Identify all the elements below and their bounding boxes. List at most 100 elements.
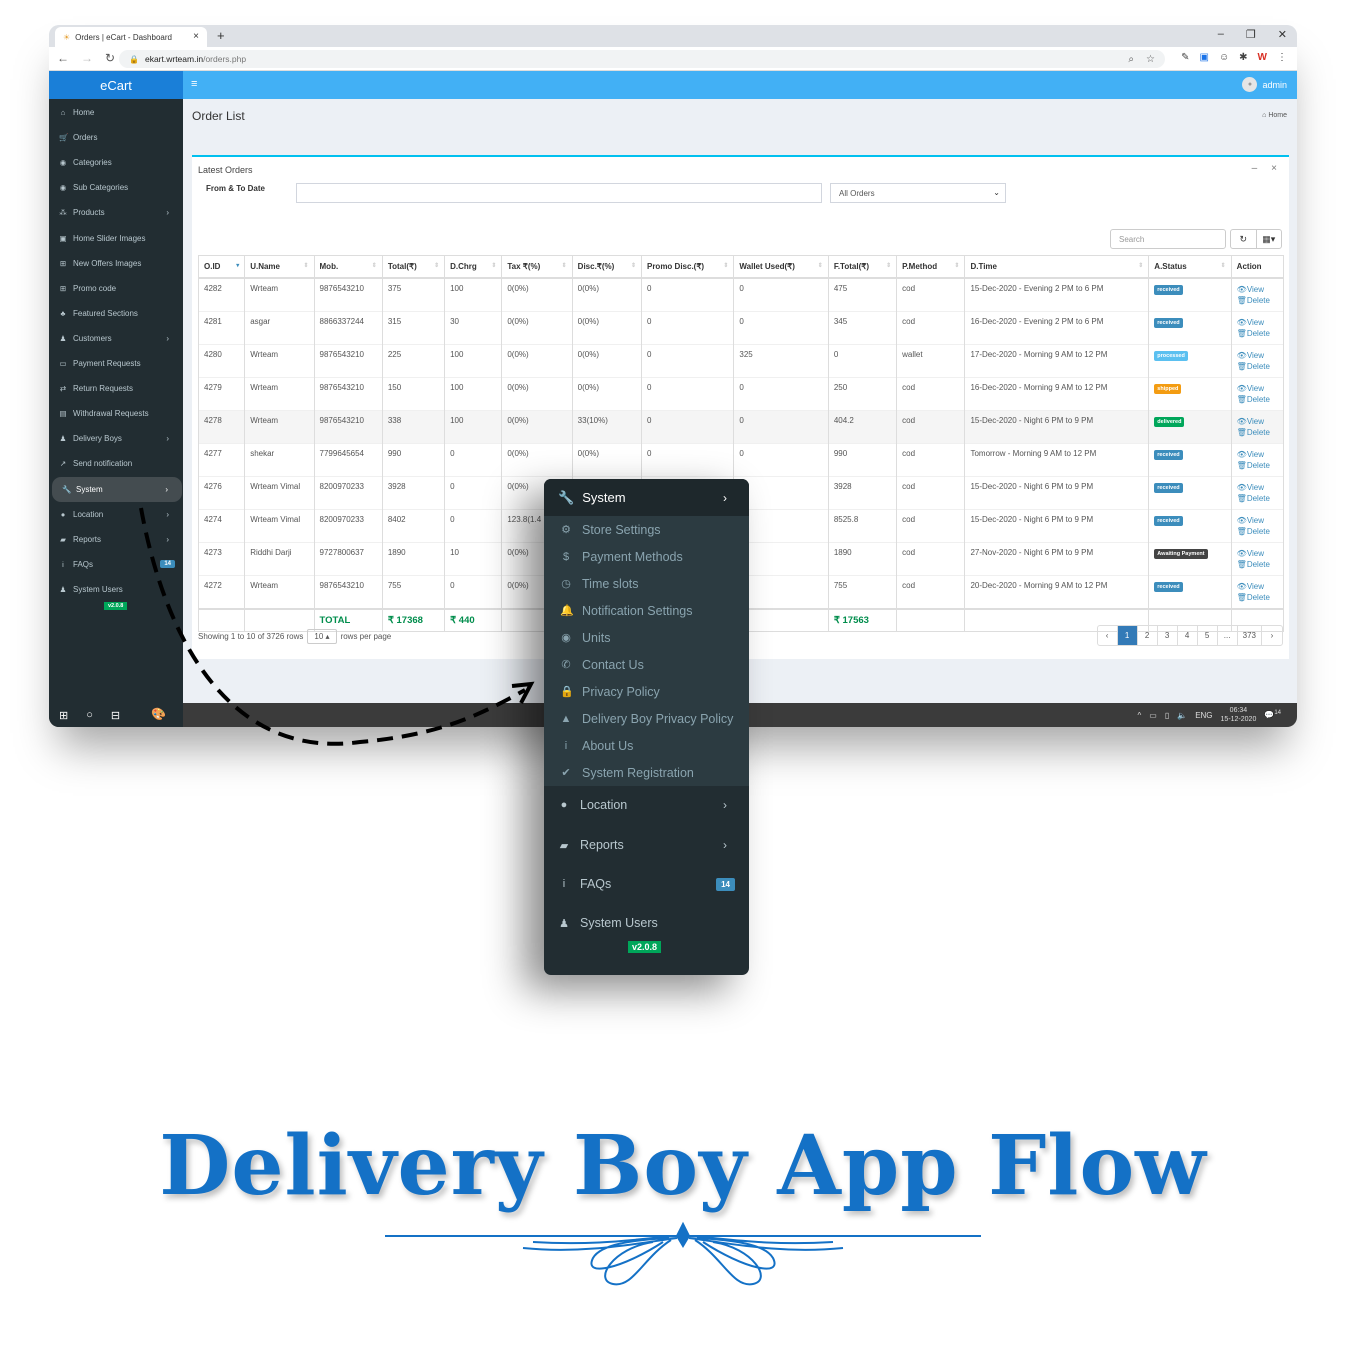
bookmark-star-icon[interactable]: ☆ (1146, 54, 1155, 65)
search-circle-icon[interactable]: ○ (86, 709, 93, 721)
close-tab-icon[interactable]: × (193, 31, 199, 42)
sidebar-item-location[interactable]: ● Location › (49, 502, 183, 527)
page-button[interactable]: 1 (1117, 626, 1138, 645)
zoom-icon[interactable]: ⌕ (1128, 54, 1134, 65)
puzzle-icon[interactable]: ✱ (1239, 52, 1247, 63)
sidebar-item-faqs[interactable]: i FAQs 14 (49, 552, 183, 577)
sidebar-item-sub-categories[interactable]: ◉ Sub Categories (49, 175, 183, 200)
view-link[interactable]: 👁View (1237, 482, 1278, 493)
browser-tab[interactable]: ☀ Orders | eCart - Dashboard × (55, 27, 207, 47)
sidebar-item-payment-requests[interactable]: ▭ Payment Requests (49, 351, 183, 376)
column-header[interactable]: P.Method ⇕ (896, 255, 966, 279)
prev-page-button[interactable]: ‹ (1098, 626, 1118, 645)
sidebar-item-system[interactable]: 🔧 System › (52, 476, 182, 502)
page-button[interactable]: 2 (1138, 626, 1158, 645)
page-button[interactable]: 4 (1178, 626, 1198, 645)
notification-center-icon[interactable]: 💬14 (1264, 710, 1281, 720)
battery-icon[interactable]: ▯ (1165, 711, 1169, 720)
sort-icon[interactable]: ⇕ (562, 262, 567, 269)
column-header[interactable]: Promo Disc.(₹) ⇕ (640, 255, 735, 279)
system-menu-header[interactable]: 🔧 System › (544, 479, 749, 516)
paint-app-icon[interactable]: 🎨 (151, 707, 166, 721)
reload-icon[interactable]: ↻ (105, 51, 115, 65)
menu-item-system-users[interactable]: ♟ System Users (544, 904, 749, 942)
page-button[interactable]: 3 (1158, 626, 1178, 645)
sort-icon[interactable]: ⇕ (954, 262, 959, 269)
column-header[interactable]: U.Name ⇕ (244, 255, 315, 279)
sidebar-item-withdrawal-requests[interactable]: ▤ Withdrawal Requests (49, 401, 183, 426)
volume-icon[interactable]: 🔈 (1177, 711, 1187, 720)
column-header[interactable]: D.Chrg ⇕ (444, 255, 503, 279)
sidebar-item-send-notification[interactable]: ↗ Send notification (49, 451, 183, 476)
delete-link[interactable]: 🗑Delete (1237, 295, 1278, 306)
view-link[interactable]: 👁View (1237, 581, 1278, 592)
submenu-item-units[interactable]: ◉ Units (544, 624, 749, 651)
sidebar-item-reports[interactable]: ▰ Reports › (49, 527, 183, 552)
sort-icon[interactable]: ⇕ (372, 262, 377, 269)
page-button[interactable]: 373 (1238, 626, 1262, 645)
network-icon[interactable]: ▭ (1149, 711, 1157, 720)
extension-mask-icon[interactable]: ☺ (1219, 52, 1229, 63)
delete-link[interactable]: 🗑Delete (1237, 460, 1278, 471)
sort-icon[interactable]: ⇕ (1221, 262, 1226, 269)
sidebar-item-home[interactable]: ⌂ Home (49, 100, 183, 125)
menu-item-reports[interactable]: ▰ Reports › (544, 826, 749, 864)
submenu-item-payment-methods[interactable]: $ Payment Methods (544, 543, 749, 570)
view-link[interactable]: 👁View (1237, 350, 1278, 361)
search-input[interactable]: Search (1110, 229, 1226, 249)
column-header[interactable]: F.Total(₹) ⇕ (827, 255, 898, 279)
sort-icon[interactable]: ⇕ (1138, 262, 1143, 269)
column-header[interactable]: O.ID ▾ (197, 255, 246, 279)
menu-item-location[interactable]: ● Location › (544, 786, 749, 824)
task-view-icon[interactable]: ⊟ (111, 709, 120, 722)
page-button[interactable]: 5 (1198, 626, 1218, 645)
collapse-button[interactable]: – (1252, 163, 1258, 174)
hamburger-menu-icon[interactable]: ≡ (191, 78, 197, 90)
view-link[interactable]: 👁View (1237, 548, 1278, 559)
user-menu[interactable]: ● admin (1242, 77, 1287, 92)
view-link[interactable]: 👁View (1237, 416, 1278, 427)
menu-item-faqs[interactable]: i FAQs 14 (544, 865, 749, 903)
sidebar-item-system-users[interactable]: ♟ System Users (49, 577, 183, 602)
extension-w-icon[interactable]: W (1258, 52, 1267, 63)
column-header[interactable]: A.Status ⇕ (1148, 255, 1232, 279)
sort-icon[interactable]: ⇕ (491, 262, 496, 269)
column-header[interactable]: Wallet Used(₹) ⇕ (733, 255, 829, 279)
clock[interactable]: 06:34 15-12-2020 (1221, 706, 1257, 724)
column-header[interactable]: Tax ₹(%) ⇕ (501, 255, 573, 279)
sidebar-item-categories[interactable]: ◉ Categories (49, 150, 183, 175)
breadcrumb-home[interactable]: Home (1268, 112, 1287, 119)
view-link[interactable]: 👁View (1237, 317, 1278, 328)
view-link[interactable]: 👁View (1237, 515, 1278, 526)
view-link[interactable]: 👁View (1237, 383, 1278, 394)
delete-link[interactable]: 🗑Delete (1237, 394, 1278, 405)
sidebar-item-delivery-boys[interactable]: ♟ Delivery Boys › (49, 426, 183, 451)
column-header[interactable]: D.Time ⇕ (964, 255, 1150, 279)
minimize-button[interactable]: – (1218, 28, 1224, 41)
sort-icon[interactable]: ⇕ (303, 262, 308, 269)
sidebar-item-orders[interactable]: 🛒 Orders (49, 125, 183, 150)
next-page-button[interactable]: › (1262, 626, 1282, 645)
sort-icon[interactable]: ▾ (236, 262, 239, 269)
delete-link[interactable]: 🗑Delete (1237, 592, 1278, 603)
rows-per-page-select[interactable]: 10 ▴ (307, 629, 337, 644)
submenu-item-notification-settings[interactable]: 🔔 Notification Settings (544, 597, 749, 624)
language-indicator[interactable]: ENG (1195, 711, 1212, 720)
brand-logo[interactable]: eCart (49, 71, 183, 99)
order-status-select[interactable]: All Orders ⌄ (830, 183, 1006, 203)
delete-link[interactable]: 🗑Delete (1237, 559, 1278, 570)
column-header[interactable]: Mob. ⇕ (313, 255, 383, 279)
restore-button[interactable]: ❐ (1246, 28, 1256, 41)
delete-link[interactable]: 🗑Delete (1237, 427, 1278, 438)
sort-icon[interactable]: ⇕ (434, 262, 439, 269)
back-icon[interactable]: ← (57, 51, 69, 65)
delete-link[interactable]: 🗑Delete (1237, 361, 1278, 372)
eyedropper-icon[interactable]: ✎ (1181, 52, 1189, 63)
sidebar-item-home-slider-images[interactable]: ▣ Home Slider Images (49, 226, 183, 251)
refresh-icon[interactable]: ↻ (1231, 230, 1257, 248)
new-tab-button[interactable]: + (217, 28, 225, 43)
breadcrumb[interactable]: ⌂ Home (1262, 112, 1287, 119)
date-range-input[interactable] (296, 183, 822, 203)
sort-icon[interactable]: ⇕ (723, 262, 728, 269)
sort-icon[interactable]: ⇕ (818, 262, 823, 269)
